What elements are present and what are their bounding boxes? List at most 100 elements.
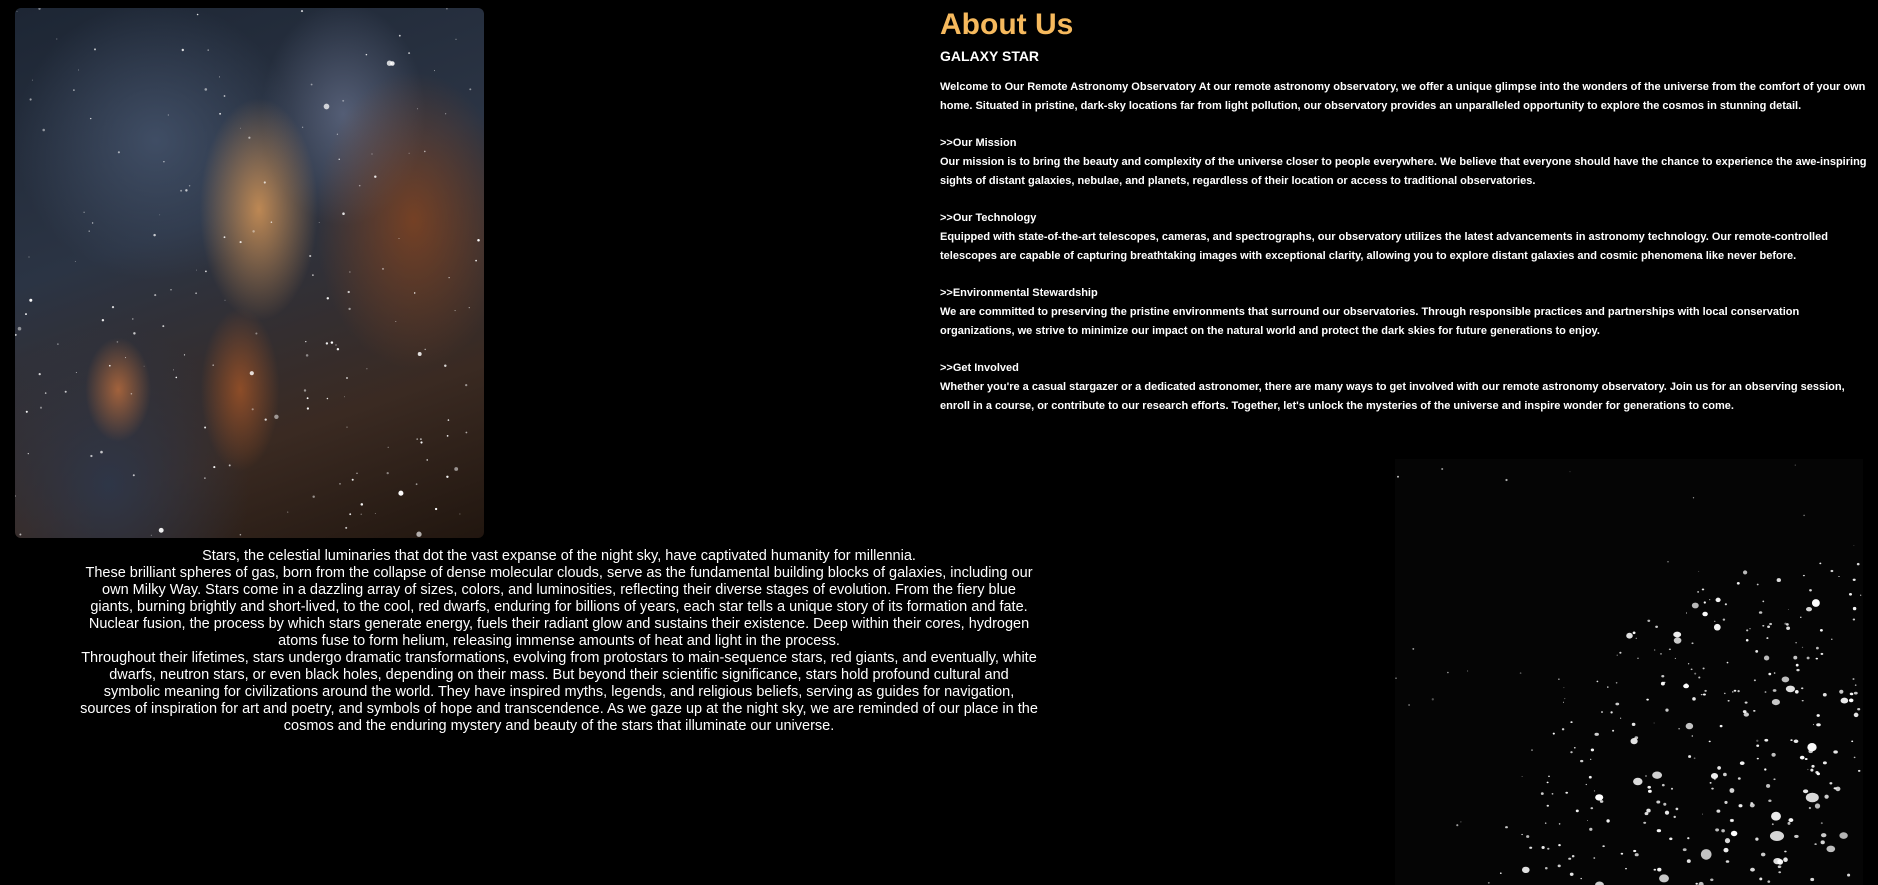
sphere-star [1529, 846, 1533, 849]
nebula-star [419, 438, 422, 441]
nebula-star [130, 392, 133, 395]
sphere-star [1692, 697, 1696, 701]
section-heading: >>Get Involved [940, 362, 1019, 374]
nebula-star [349, 271, 351, 273]
sphere-star [1763, 655, 1770, 661]
sphere-star [1778, 871, 1782, 874]
sphere-star [1833, 750, 1838, 754]
nebula-star [358, 184, 361, 187]
nebula-star [15, 333, 17, 336]
sphere-star [1665, 708, 1669, 712]
sphere-star [1610, 711, 1613, 714]
sphere-star [1460, 821, 1462, 823]
sphere-star [1568, 857, 1572, 860]
nebula-star [371, 153, 373, 155]
sphere-star [1656, 829, 1662, 833]
sphere-star [1643, 821, 1647, 824]
section-heading: >>Our Mission [940, 137, 1017, 149]
sphere-star [1687, 663, 1690, 665]
sphere-star [1693, 757, 1696, 760]
nebula-star [248, 136, 251, 139]
sphere-star [1724, 603, 1728, 606]
nebula-star [415, 483, 418, 486]
sphere-star [1801, 646, 1804, 649]
nebula-star [469, 88, 472, 91]
sphere-star [1777, 865, 1782, 868]
sphere-star [1541, 845, 1545, 850]
page-title: About Us [940, 8, 1074, 41]
sphere-star [1526, 835, 1530, 838]
sphere-star [1806, 607, 1812, 612]
sphere-star [1546, 781, 1549, 784]
nebula-star [31, 79, 33, 81]
nebula-star [125, 357, 127, 359]
sphere-star [1756, 744, 1760, 747]
sphere-star [1682, 848, 1687, 852]
sphere-star [1619, 717, 1622, 719]
sphere-star [1616, 654, 1618, 656]
sphere-star [1767, 625, 1771, 629]
nebula-star [17, 326, 22, 331]
sphere-star [1730, 830, 1738, 837]
sphere-star [1596, 680, 1599, 683]
nebula-star [306, 407, 310, 410]
sphere-star [1692, 497, 1695, 499]
sphere-star [1657, 867, 1662, 872]
sphere-star [1647, 789, 1652, 793]
sphere-star [1653, 868, 1657, 871]
nebula-star [270, 221, 273, 223]
nebula-star [132, 318, 134, 320]
sphere-star [1764, 738, 1769, 742]
nebula-star [90, 117, 92, 120]
nebula-star [91, 222, 94, 224]
nebula-star [218, 76, 220, 78]
sphere-star [1408, 704, 1411, 706]
sphere-star [1652, 771, 1663, 779]
sphere-star [1783, 857, 1788, 862]
sphere-star [1860, 594, 1862, 596]
sphere-star [1824, 794, 1829, 799]
nebula-star [204, 426, 207, 429]
nebula-star [454, 467, 459, 471]
sphere-star [1590, 807, 1594, 810]
sphere-star [1602, 845, 1605, 848]
sphere-star [1811, 599, 1820, 607]
sphere-star [1585, 783, 1588, 786]
sphere-star [1667, 561, 1669, 563]
sphere-star [1738, 804, 1743, 808]
nebula-star [158, 527, 164, 533]
nebula-star [356, 472, 358, 474]
sphere-star [1749, 628, 1751, 630]
sphere-star [1723, 692, 1726, 695]
nebula-star [468, 306, 470, 309]
nebula-star [90, 454, 93, 458]
sphere-star [1397, 475, 1399, 478]
sphere-star [1771, 823, 1774, 826]
sphere-star [1742, 570, 1748, 575]
sphere-star [1722, 618, 1726, 621]
sphere-star [1668, 648, 1671, 651]
sphere-star [1694, 672, 1697, 675]
sphere-star [1715, 597, 1721, 603]
sphere-star [1852, 606, 1857, 611]
nebula-star [263, 181, 266, 184]
sphere-star [1674, 657, 1677, 659]
sphere-star [1447, 671, 1449, 674]
sphere-star [1633, 849, 1637, 853]
sphere-star [1755, 650, 1759, 653]
sphere-star [1588, 775, 1592, 779]
nebula-star [159, 214, 161, 216]
sphere-star [1847, 873, 1851, 877]
sphere-star [1853, 712, 1859, 718]
sphere-star [1586, 820, 1588, 822]
section-body: We are committed to preserving the prist… [940, 306, 1800, 337]
nebula-star [326, 397, 329, 400]
sphere-star [1646, 698, 1649, 701]
sphere-star [1561, 728, 1565, 731]
sphere-star [1607, 686, 1609, 688]
sphere-star [1820, 840, 1825, 845]
nebula-star [185, 189, 188, 192]
sphere-star [1773, 857, 1782, 865]
sphere-star [1793, 739, 1799, 744]
sphere-star [1830, 569, 1834, 573]
